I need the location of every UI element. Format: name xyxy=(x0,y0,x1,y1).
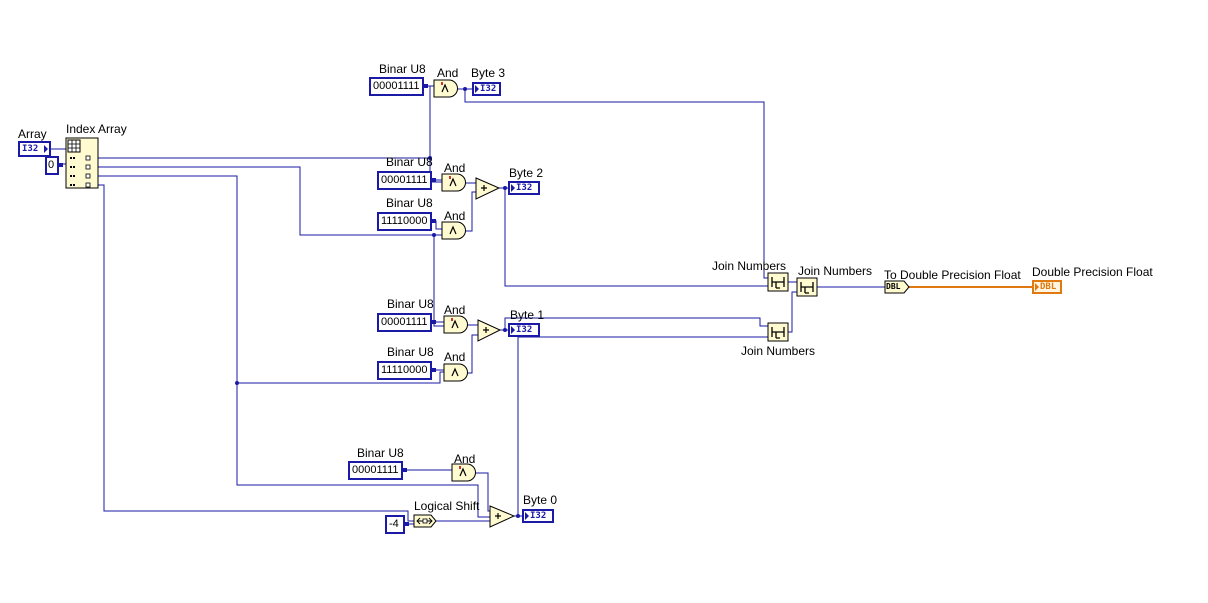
join-numbers-upper-label: Join Numbers xyxy=(712,259,787,273)
array-label: Array xyxy=(18,127,47,141)
shift-amount-constant[interactable]: -4 xyxy=(385,515,409,534)
and-gate-byte2-b xyxy=(441,221,466,240)
byte1-binary-constant-1[interactable]: 00001111 xyxy=(377,313,435,332)
wire-elem1-down xyxy=(433,235,444,327)
byte0-type-tag: I32 xyxy=(530,511,547,521)
arrow-icon xyxy=(525,512,529,520)
to-double-label: To Double Precision Float xyxy=(884,268,1021,282)
byte2-indicator[interactable]: I32 xyxy=(508,181,540,195)
and-gates xyxy=(433,79,476,482)
junction-dot xyxy=(503,328,507,332)
block-diagram xyxy=(49,79,1032,528)
byte3-type-tag: I32 xyxy=(480,84,497,94)
array-control[interactable]: I32 xyxy=(18,141,51,157)
add-node-byte0 xyxy=(489,505,516,528)
arrow-icon xyxy=(1035,283,1039,291)
add-node-byte2 xyxy=(475,177,501,200)
index-constant[interactable]: 0 xyxy=(45,156,63,175)
byte2-binary-constant-2[interactable]: 11110000 xyxy=(377,212,435,231)
byte1-const1-label: Binar U8 xyxy=(387,297,434,311)
and-gate-byte2-a xyxy=(441,173,466,192)
wire-b0-join xyxy=(517,336,768,516)
junction-dot xyxy=(503,186,507,190)
byte0-const-label: Binar U8 xyxy=(357,446,404,460)
logical-shift-label: Logical Shift xyxy=(414,499,480,513)
logical-shift-node[interactable] xyxy=(413,514,437,528)
wire-and1b-out xyxy=(468,334,478,374)
byte2-and2-label: And xyxy=(444,209,466,223)
wire-and2b-out xyxy=(466,191,476,232)
byte1-const2-label: Binar U8 xyxy=(387,345,434,359)
wire-b1-join xyxy=(504,317,768,330)
byte3-indicator[interactable]: I32 xyxy=(472,82,501,96)
and-symbols xyxy=(441,83,467,477)
junction-dot xyxy=(463,87,467,91)
output-label: Double Precision Float xyxy=(1032,265,1153,279)
junction-dot xyxy=(432,233,436,237)
byte0-binary-constant[interactable]: 00001111 xyxy=(348,461,406,480)
and-gate-byte1-b xyxy=(443,363,468,382)
byte2-const1-label: Binar U8 xyxy=(386,155,433,169)
byte2-indicator-label: Byte 2 xyxy=(509,166,544,180)
arrow-icon xyxy=(511,326,515,334)
byte3-and-label: And xyxy=(437,66,459,80)
arrow-icon xyxy=(475,85,479,93)
double-precision-indicator[interactable]: DBL xyxy=(1032,280,1062,294)
byte1-and2-label: And xyxy=(444,350,466,364)
byte0-and-label: And xyxy=(454,452,476,466)
byte1-type-tag: I32 xyxy=(516,325,533,335)
and-gate-byte1-a xyxy=(443,315,468,334)
byte1-indicator[interactable]: I32 xyxy=(508,323,540,337)
byte0-indicator[interactable]: I32 xyxy=(522,509,554,523)
and-input-marks xyxy=(441,82,461,469)
byte1-binary-constant-2[interactable]: 11110000 xyxy=(377,361,435,380)
output-type-tag: DBL xyxy=(1040,282,1057,292)
junction-dot xyxy=(516,514,520,518)
join-numbers-lower-label: Join Numbers xyxy=(741,344,816,358)
to-double-type-tag: DBL xyxy=(886,282,901,291)
byte2-and1-label: And xyxy=(444,161,466,175)
byte1-indicator-label: Byte 1 xyxy=(510,308,545,322)
array-type-tag: I32 xyxy=(22,144,39,154)
array-arrow-icon xyxy=(44,145,48,153)
byte3-indicator-label: Byte 3 xyxy=(471,66,506,80)
byte2-binary-constant-1[interactable]: 00001111 xyxy=(377,171,435,190)
add-symbols xyxy=(481,185,501,519)
byte1-and1-label: And xyxy=(444,303,466,317)
index-array-node[interactable] xyxy=(65,137,99,189)
byte3-const-label: Binar U8 xyxy=(379,62,426,76)
byte2-const2-label: Binar U8 xyxy=(386,196,433,210)
byte3-binary-constant[interactable]: 00001111 xyxy=(369,77,427,96)
index-array-label: Index Array xyxy=(66,122,127,136)
join-numbers-final-label: Join Numbers xyxy=(798,264,873,278)
add-nodes xyxy=(475,177,516,528)
byte2-type-tag: I32 xyxy=(516,183,533,193)
and-gate-byte0 xyxy=(451,463,476,482)
arrow-icon xyxy=(511,184,515,192)
and-gate-byte3 xyxy=(433,79,458,98)
wire-elem0 xyxy=(98,85,434,159)
byte0-indicator-label: Byte 0 xyxy=(523,493,558,507)
wire-join-lower-out xyxy=(788,291,797,333)
junction-dot xyxy=(235,381,239,385)
